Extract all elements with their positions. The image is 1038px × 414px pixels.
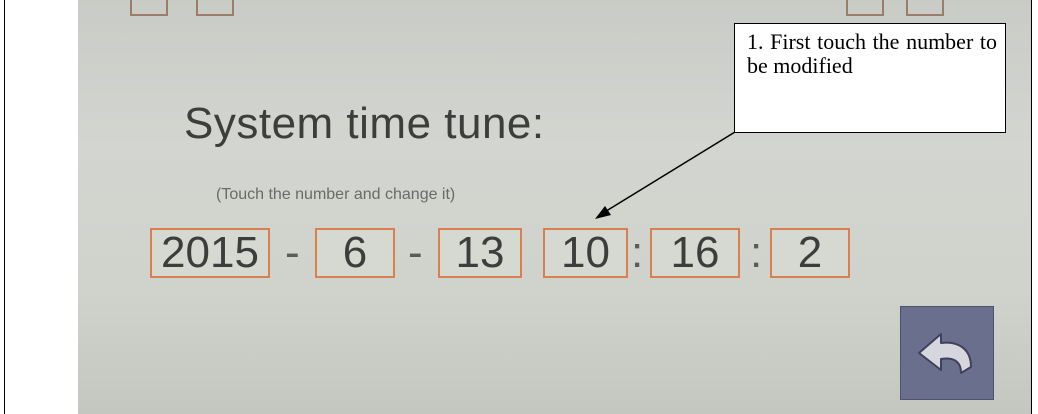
top-button-fragment xyxy=(196,0,234,16)
annotation-callout: 1. First touch the number to be modified xyxy=(734,23,1006,133)
top-button-fragment xyxy=(906,0,944,16)
month-field[interactable]: 6 xyxy=(315,228,395,278)
time-separator: : xyxy=(750,228,763,277)
date-separator: - xyxy=(408,228,423,277)
time-separator: : xyxy=(631,228,644,277)
minute-field[interactable]: 16 xyxy=(650,228,740,278)
back-arrow-icon xyxy=(918,333,972,374)
page-title: System time tune: xyxy=(184,99,545,148)
instruction-text: (Touch the number and change it) xyxy=(216,186,456,203)
date-separator: - xyxy=(285,228,300,277)
top-button-fragment xyxy=(130,0,168,16)
hour-field[interactable]: 10 xyxy=(543,228,628,278)
callout-text: 1. First touch the number to be modified xyxy=(747,29,997,78)
year-field[interactable]: 2015 xyxy=(150,228,270,278)
back-button[interactable] xyxy=(900,306,994,400)
top-button-fragment xyxy=(846,0,884,16)
day-field[interactable]: 13 xyxy=(438,228,522,278)
second-field[interactable]: 2 xyxy=(770,228,850,278)
